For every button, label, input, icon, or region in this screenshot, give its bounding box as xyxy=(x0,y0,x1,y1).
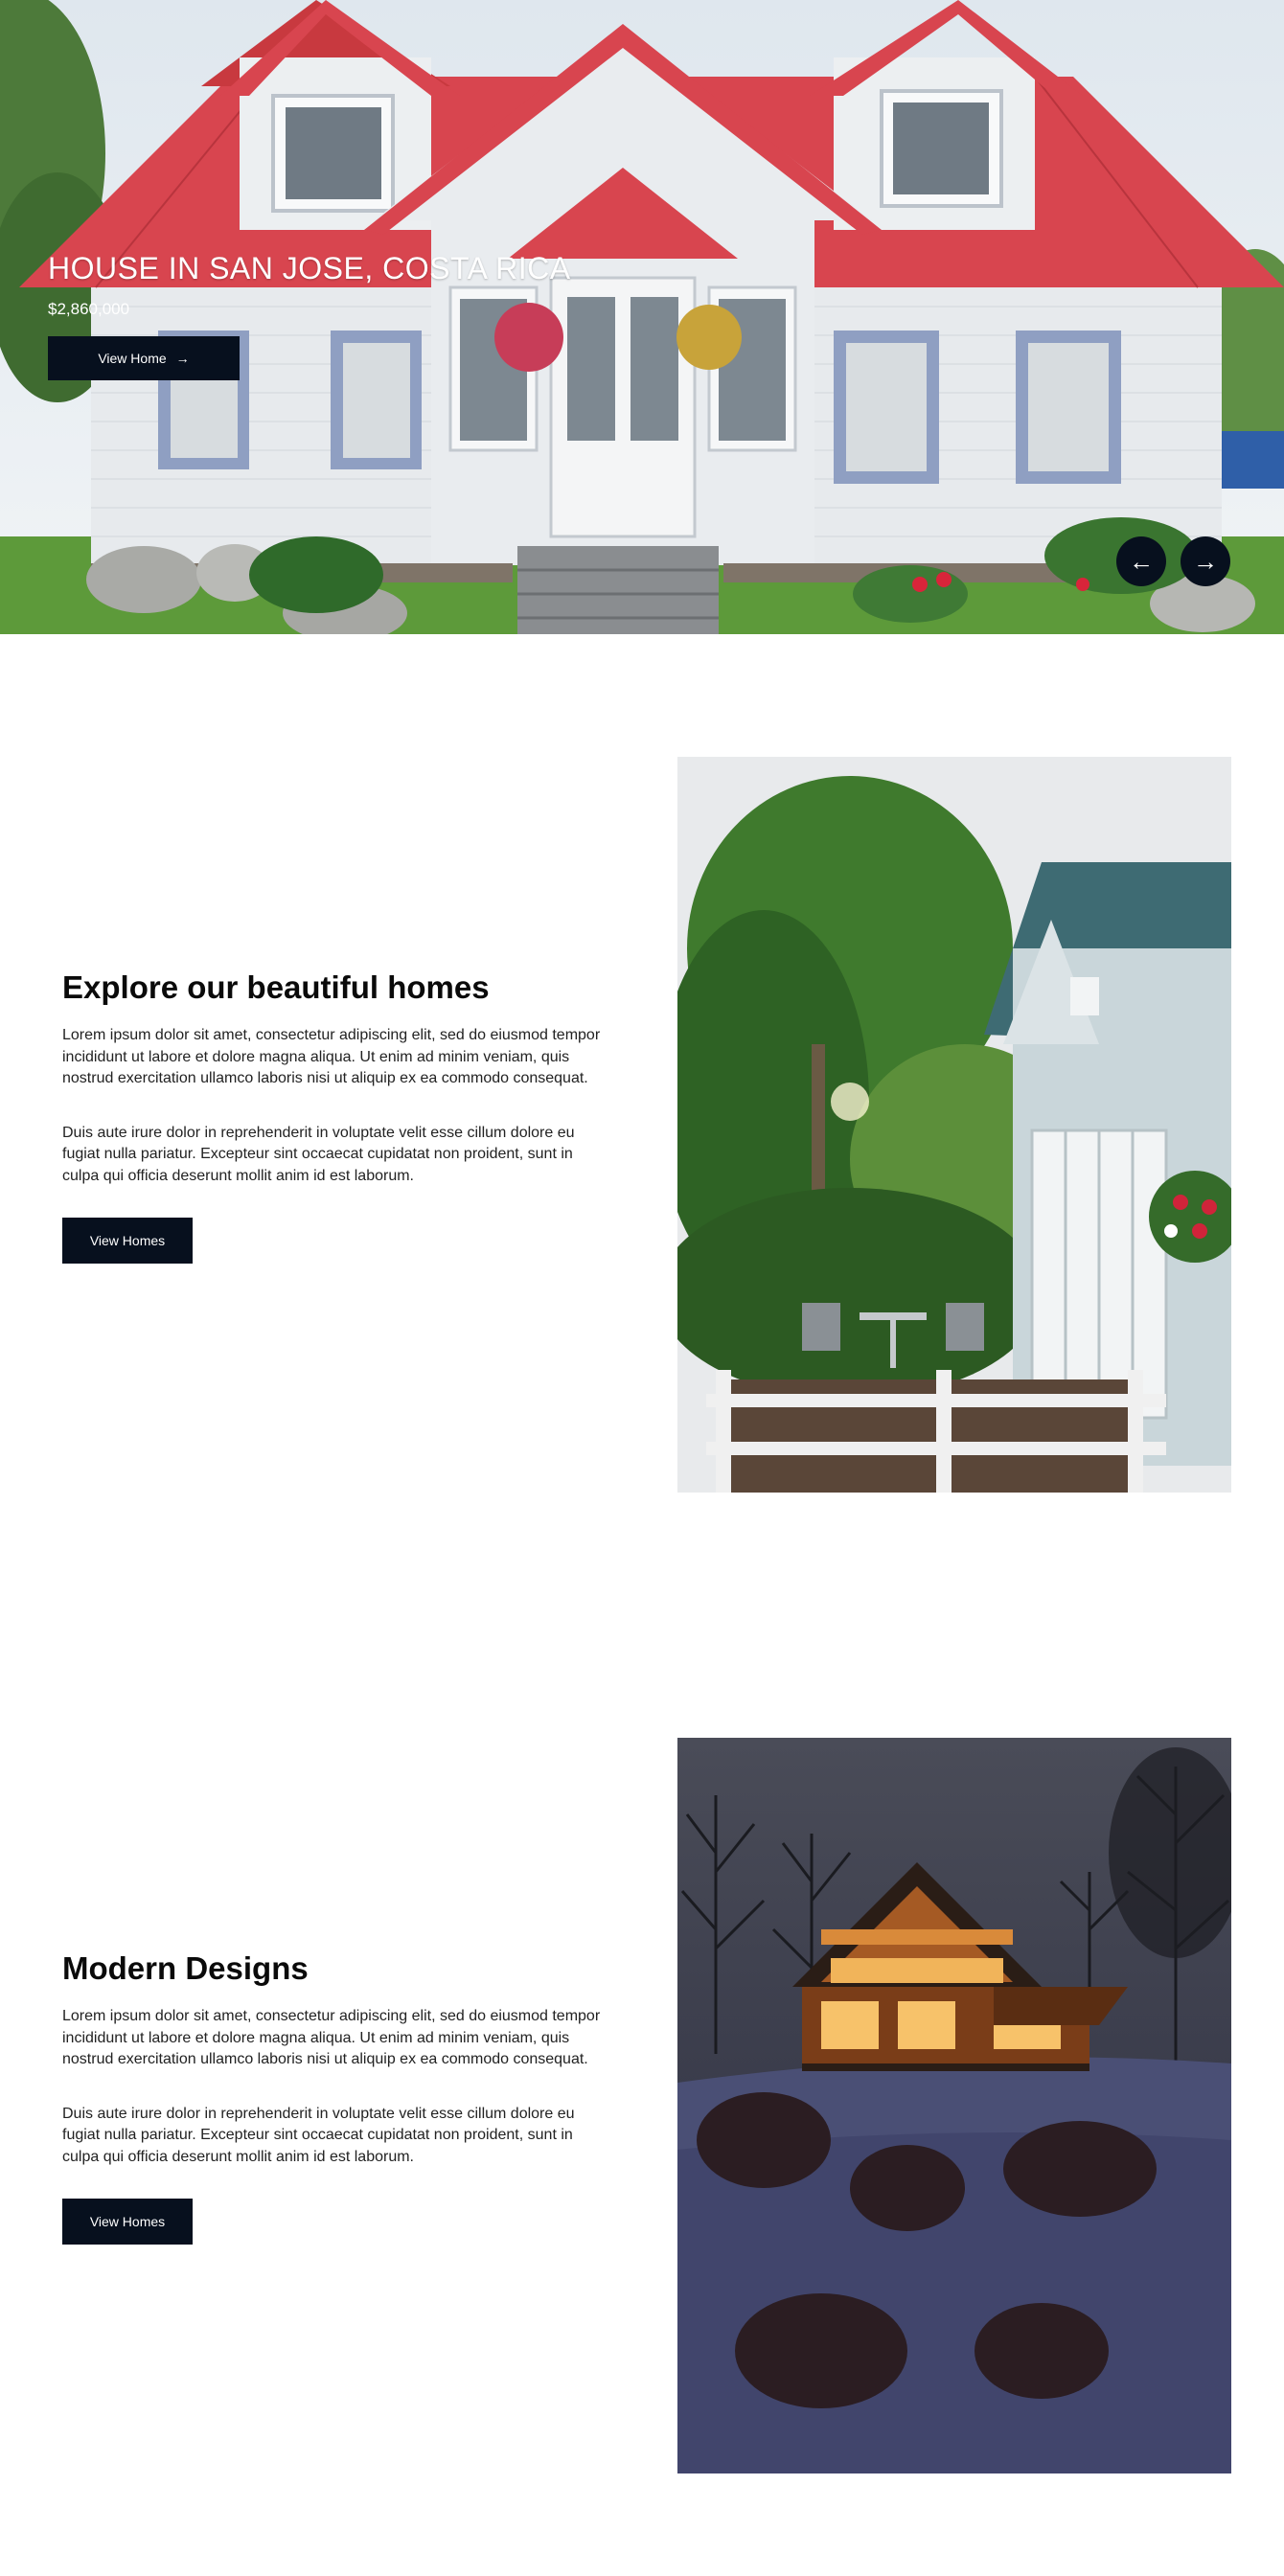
hero-caption: HOUSE IN SAN JOSE, COSTA RICA $2,860,000… xyxy=(48,251,571,380)
snow-cabin-photo xyxy=(677,1738,1231,2473)
feature-image-garden-house xyxy=(677,757,1231,1493)
hero-title: HOUSE IN SAN JOSE, COSTA RICA xyxy=(48,251,571,285)
section-paragraph: Lorem ipsum dolor sit amet, consectetur … xyxy=(62,1027,601,1086)
feature-text: Explore our beautiful homes Lorem ipsum … xyxy=(62,969,604,1264)
garden-house-photo xyxy=(677,757,1231,1493)
section-paragraph: Duis aute irure dolor in reprehenderit i… xyxy=(62,2105,575,2165)
arrow-left-icon: ← xyxy=(1129,546,1154,576)
view-home-button[interactable]: View Home → xyxy=(48,336,240,380)
view-homes-button[interactable]: View Homes xyxy=(62,2199,193,2245)
arrow-right-icon: → xyxy=(1193,546,1218,576)
carousel-next-button[interactable]: → xyxy=(1181,536,1230,586)
view-homes-button[interactable]: View Homes xyxy=(62,1218,193,1264)
hero-price: $2,860,000 xyxy=(48,300,130,318)
section-paragraph: Lorem ipsum dolor sit amet, consectetur … xyxy=(62,2008,601,2067)
arrow-right-icon: → xyxy=(175,351,190,366)
view-home-button-label: View Home xyxy=(98,351,167,366)
carousel-prev-button[interactable]: ← xyxy=(1116,536,1166,586)
feature-image-snow-cabin xyxy=(677,1738,1231,2473)
section-paragraph: Duis aute irure dolor in reprehenderit i… xyxy=(62,1124,575,1184)
section-title: Modern Designs xyxy=(62,1950,309,1986)
section-title: Explore our beautiful homes xyxy=(62,969,490,1005)
feature-text: Modern Designs Lorem ipsum dolor sit ame… xyxy=(62,1950,604,2245)
hero-banner: HOUSE IN SAN JOSE, COSTA RICA $2,860,000… xyxy=(0,0,1284,634)
